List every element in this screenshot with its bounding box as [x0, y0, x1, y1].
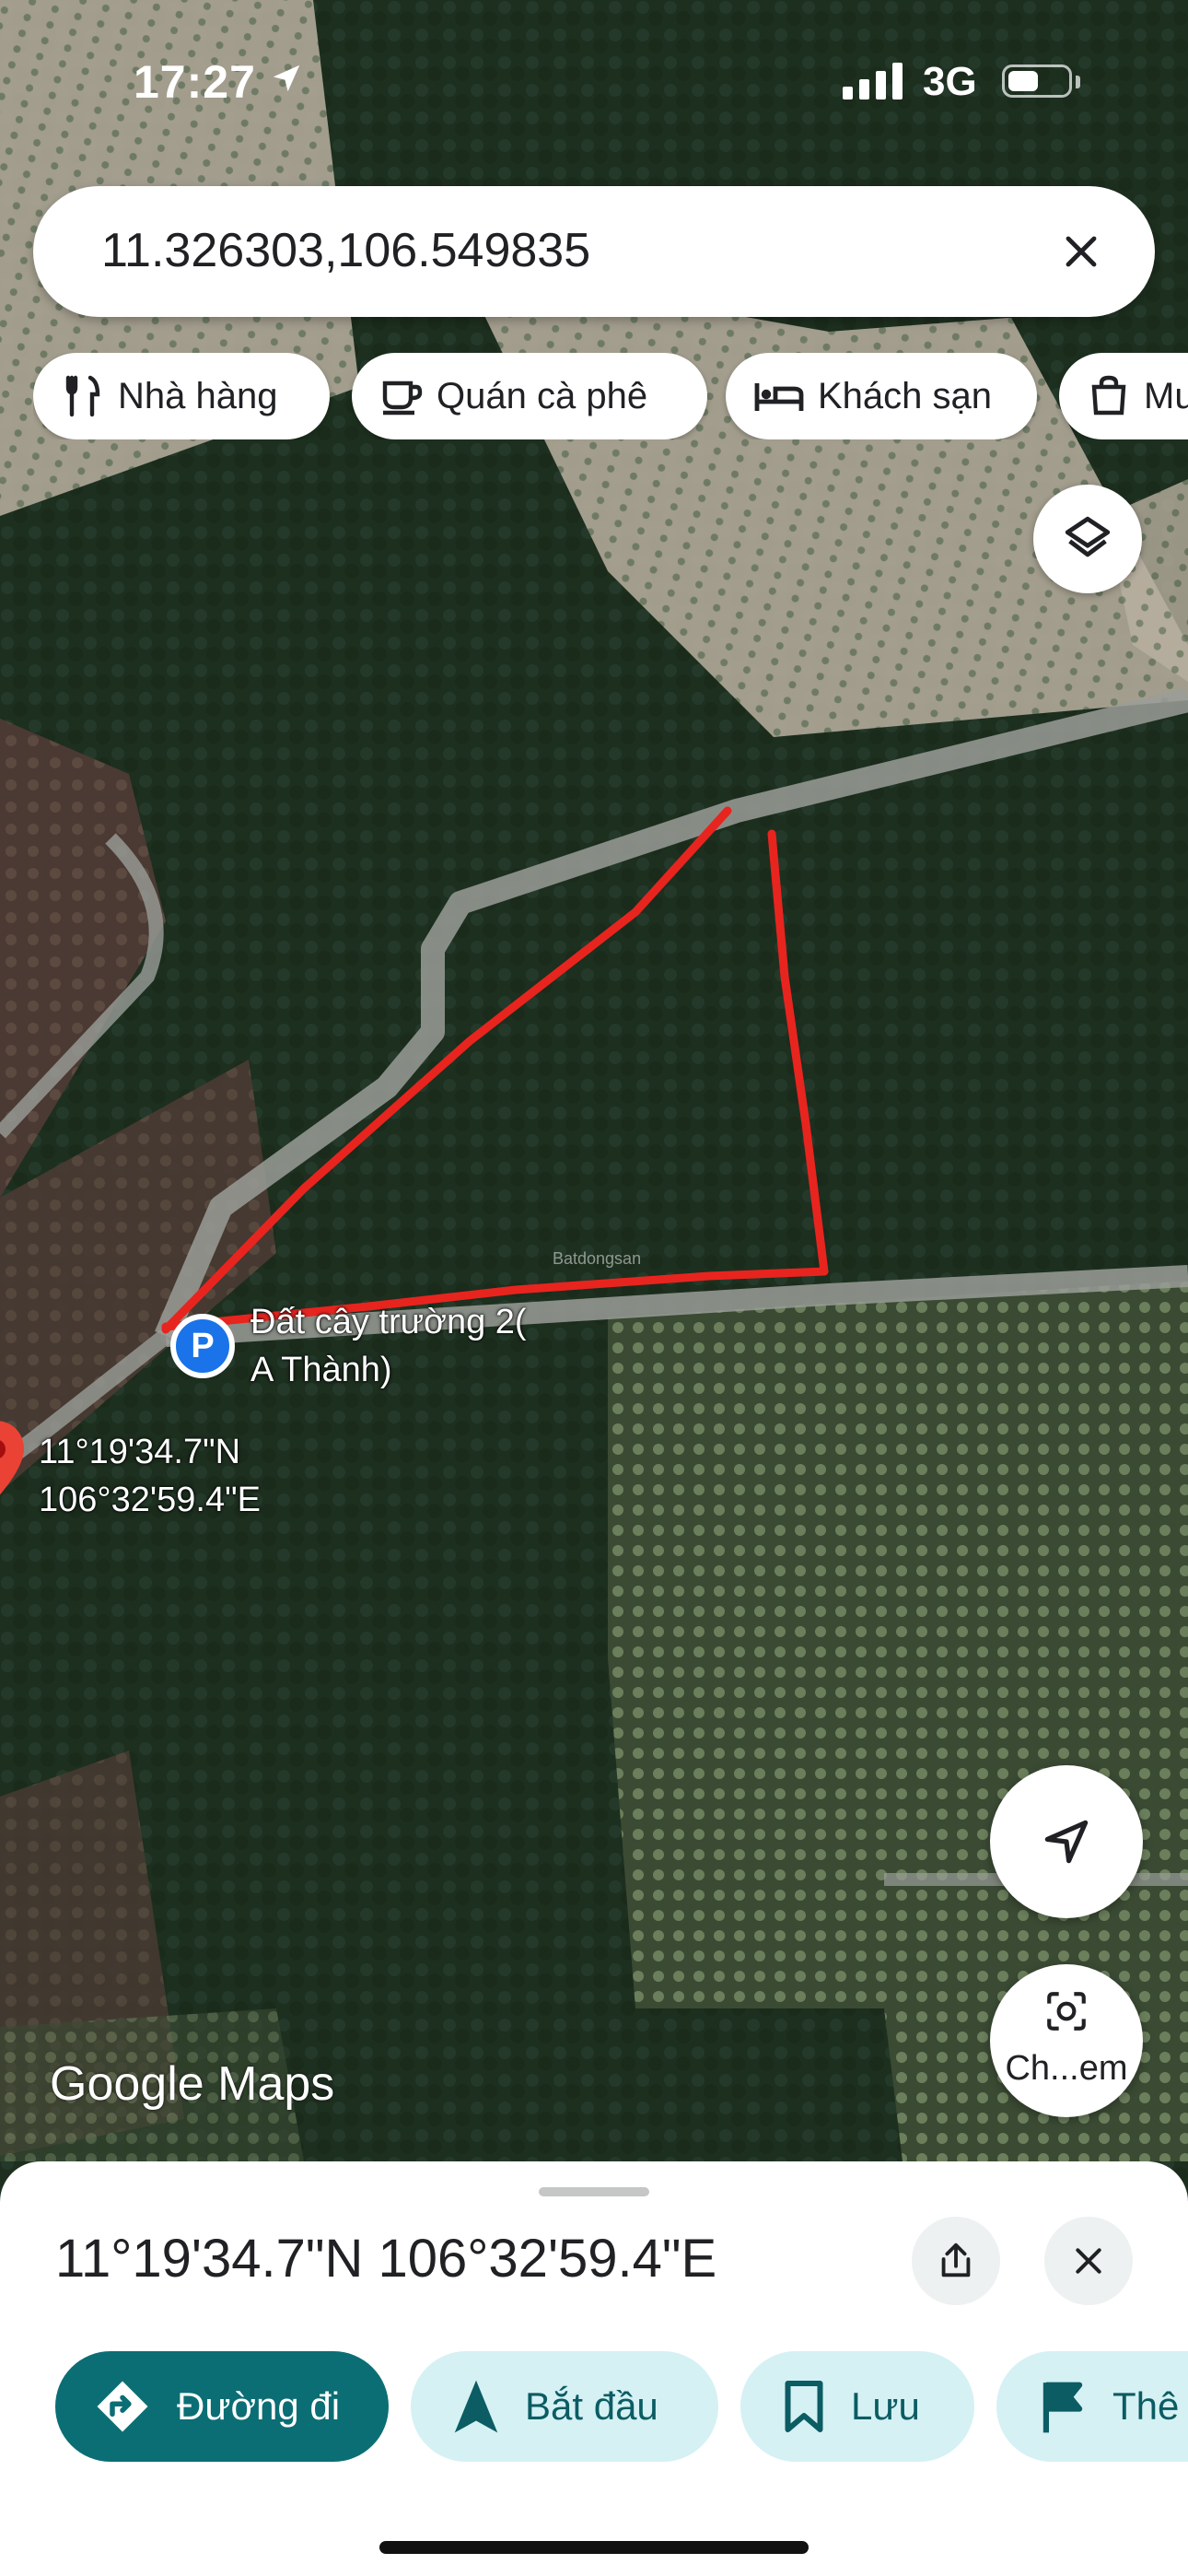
share-button[interactable]: [912, 2217, 1000, 2305]
action-bar: Đường đi Bắt đầu Lưu Thê: [0, 2351, 1188, 2462]
chip-restaurants[interactable]: Nhà hàng: [33, 353, 330, 439]
lens-button[interactable]: Ch...em: [990, 1964, 1143, 2117]
close-icon: [1076, 2248, 1101, 2274]
search-query[interactable]: 11.326303,106.549835: [101, 223, 590, 278]
close-sheet-button[interactable]: [1044, 2217, 1133, 2305]
status-bar: 17:27 3G: [0, 55, 1188, 111]
battery-tip: [1076, 76, 1080, 88]
pin-coordinates: 11°19'34.7"N 106°32'59.4"E: [39, 1428, 261, 1524]
shopping-bag-icon: [1091, 375, 1126, 416]
close-icon: [1066, 236, 1097, 267]
status-time: 17:27: [134, 56, 256, 108]
watermark-text: Batdongsan: [553, 1249, 641, 1268]
lens-label: Ch...em: [1005, 2049, 1128, 2088]
fork-knife-icon: [65, 375, 100, 417]
battery-icon: [1002, 64, 1072, 98]
chip-label: Mu: [1144, 375, 1188, 416]
bed-icon: [754, 383, 804, 411]
home-indicator[interactable]: [379, 2541, 809, 2554]
pin-longitude: 106°32'59.4"E: [39, 1481, 261, 1519]
directions-icon: [97, 2381, 148, 2432]
start-button[interactable]: Bắt đầu: [411, 2351, 718, 2462]
save-label: Lưu: [851, 2384, 920, 2428]
more-button[interactable]: Thê: [996, 2351, 1188, 2462]
chip-label: Quán cà phê: [437, 375, 648, 416]
clear-search-button[interactable]: [1044, 215, 1118, 288]
directions-button[interactable]: Đường đi: [55, 2351, 389, 2462]
camera-lens-icon: [1047, 1992, 1086, 2031]
chip-label: Nhà hàng: [118, 375, 278, 416]
parking-marker[interactable]: P: [170, 1314, 235, 1378]
chip-label: Khách sạn: [818, 375, 993, 416]
dropped-pin-icon[interactable]: [0, 1419, 28, 1502]
navigation-arrow-icon: [454, 2380, 498, 2433]
layers-button[interactable]: [1033, 485, 1142, 593]
directions-label: Đường đi: [177, 2384, 341, 2428]
start-label: Bắt đầu: [525, 2384, 658, 2428]
navigation-arrow-icon: [1044, 1820, 1089, 1864]
location-arrow-icon: [269, 61, 304, 105]
more-label: Thê: [1112, 2384, 1180, 2428]
my-location-button[interactable]: [990, 1765, 1143, 1918]
coffee-cup-icon: [382, 381, 423, 416]
place-label[interactable]: Đất cây trường 2( A Thành): [250, 1298, 545, 1394]
chip-cafes[interactable]: Quán cà phê: [352, 353, 707, 439]
layers-icon: [1065, 516, 1111, 557]
search-bar[interactable]: 11.326303,106.549835: [33, 186, 1155, 317]
share-icon: [941, 2242, 971, 2277]
category-chips: Nhà hàng Quán cà phê Khách sạn Mu: [33, 353, 1188, 439]
save-button[interactable]: Lưu: [740, 2351, 974, 2462]
sheet-drag-handle[interactable]: [539, 2187, 649, 2196]
pin-latitude: 11°19'34.7"N: [39, 1433, 241, 1471]
chip-shopping[interactable]: Mu: [1059, 353, 1188, 439]
network-type: 3G: [923, 59, 977, 104]
chip-hotels[interactable]: Khách sạn: [726, 353, 1037, 439]
sheet-coordinates: 11°19'34.7"N 106°32'59.4"E: [55, 2229, 717, 2289]
bookmark-icon: [785, 2381, 823, 2432]
google-maps-logo: Google Maps: [50, 2057, 335, 2111]
signal-icon: [843, 63, 907, 104]
flag-icon: [1042, 2382, 1083, 2433]
